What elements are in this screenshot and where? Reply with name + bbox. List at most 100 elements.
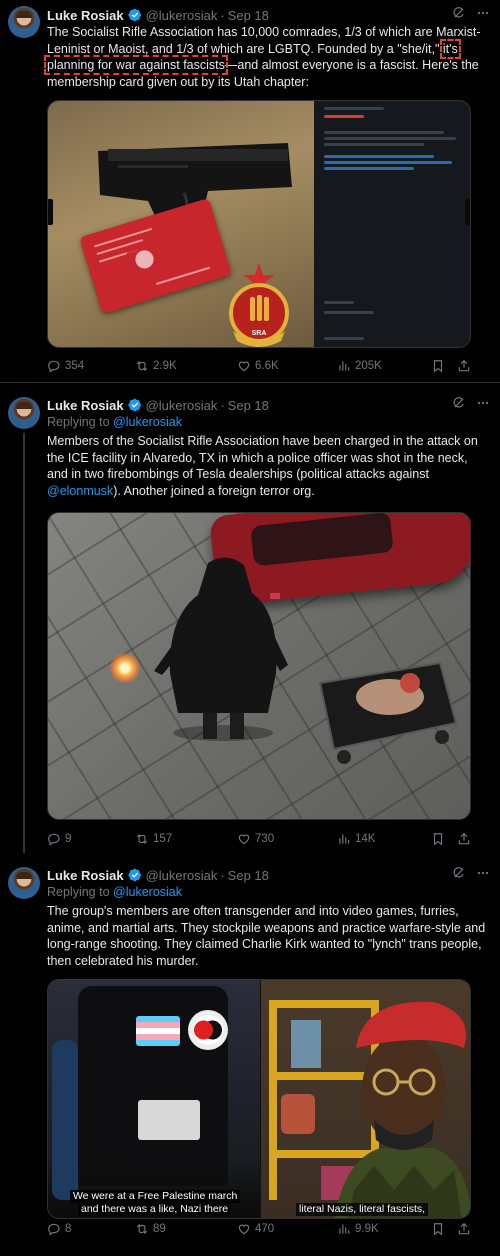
- tweet-text-part: ). Another joined a foreign terror org.: [113, 483, 315, 498]
- like-icon: [237, 1222, 251, 1236]
- replying-label: Replying to: [47, 415, 110, 429]
- tweet-actions: 354 2.9K 6.6K 205K: [47, 357, 471, 375]
- tweet-image-security-footage[interactable]: [47, 512, 471, 820]
- video-caption-left-line2: and there was a like, Nazi there: [78, 1203, 232, 1216]
- separator-dot: ·: [220, 397, 225, 413]
- replying-handle-link[interactable]: @lukerosiak: [113, 885, 182, 899]
- more-icon[interactable]: [476, 6, 490, 20]
- like-button[interactable]: 470: [237, 1222, 274, 1236]
- reply-icon: [47, 359, 61, 373]
- tweet-header: Luke Rosiak @lukerosiak · Sep 18: [47, 396, 490, 414]
- avatar[interactable]: [8, 867, 40, 899]
- repost-button[interactable]: 2.9K: [135, 359, 177, 373]
- verified-badge-icon: [128, 868, 142, 882]
- reply-icon: [47, 1222, 61, 1236]
- tweet-actions: 8 89 470 9.9K: [47, 1220, 471, 1238]
- repost-button[interactable]: 89: [135, 1222, 166, 1236]
- reply-button[interactable]: 9: [47, 832, 71, 846]
- views-icon: [337, 1222, 351, 1236]
- avatar[interactable]: [8, 397, 40, 429]
- views-icon: [337, 359, 351, 373]
- bookmark-icon: [431, 832, 445, 846]
- emblem-label: SRA: [252, 330, 267, 337]
- separator-dot: ·: [220, 7, 225, 23]
- bookmark-button[interactable]: [431, 359, 445, 373]
- grok-icon[interactable]: [452, 396, 466, 410]
- repost-icon: [135, 832, 149, 846]
- tweet-1[interactable]: Luke Rosiak @lukerosiak · Sep 18 The Soc…: [0, 0, 500, 382]
- author-name[interactable]: Luke Rosiak: [47, 8, 124, 23]
- replying-handle-link[interactable]: @lukerosiak: [113, 415, 182, 429]
- tweet-image-membership-card[interactable]: SRA: [47, 100, 471, 348]
- thread-line: [23, 433, 25, 853]
- repost-icon: [135, 1222, 149, 1236]
- wagon-cart-image: [318, 661, 458, 764]
- replying-label: Replying to: [47, 885, 110, 899]
- repost-count: 157: [153, 833, 173, 845]
- tweet-header: Luke Rosiak @lukerosiak · Sep 18: [47, 6, 490, 24]
- views-button[interactable]: 205K: [337, 359, 382, 373]
- reply-button[interactable]: 354: [47, 359, 84, 373]
- share-icon: [457, 359, 471, 373]
- tweet-text-part: Members of the Socialist Rifle Associati…: [47, 434, 478, 481]
- share-button[interactable]: [457, 359, 471, 373]
- reply-button[interactable]: 8: [47, 1222, 71, 1236]
- author-handle[interactable]: @lukerosiak: [146, 868, 218, 883]
- more-icon[interactable]: [476, 396, 490, 410]
- like-icon: [237, 359, 251, 373]
- tweet-text: The Socialist Rifle Association has 10,0…: [44, 24, 487, 90]
- sra-emblem-icon: SRA: [229, 263, 289, 347]
- share-icon: [457, 832, 471, 846]
- mention-link[interactable]: @elonmusk: [47, 484, 113, 498]
- reply-count: 354: [65, 360, 85, 372]
- repost-button[interactable]: 157: [135, 832, 172, 846]
- like-count: 6.6K: [255, 360, 279, 372]
- views-button[interactable]: 14K: [337, 832, 375, 846]
- separator-dot: ·: [220, 867, 225, 883]
- share-button[interactable]: [457, 1222, 471, 1236]
- tweet-text-part: The Socialist Rifle Association has 10,0…: [47, 25, 481, 56]
- hooded-person-image: [154, 557, 288, 741]
- tweet-text: The group's members are often transgende…: [47, 904, 486, 968]
- speaker-man-image: [334, 1001, 470, 1218]
- tweet-date[interactable]: Sep 18: [228, 8, 269, 23]
- media-edge: [465, 199, 470, 225]
- replying-to: Replying to @lukerosiak: [47, 415, 182, 429]
- tweet-date[interactable]: Sep 18: [228, 868, 269, 883]
- views-icon: [337, 832, 351, 846]
- tweet-date[interactable]: Sep 18: [228, 398, 269, 413]
- bookmark-button[interactable]: [431, 1222, 445, 1236]
- tweet-header: Luke Rosiak @lukerosiak · Sep 18: [47, 866, 490, 884]
- author-name[interactable]: Luke Rosiak: [47, 868, 124, 883]
- author-handle[interactable]: @lukerosiak: [146, 8, 218, 23]
- views-button[interactable]: 9.9K: [337, 1222, 379, 1236]
- reply-count: 9: [65, 833, 72, 845]
- antifa-patch: [188, 1010, 228, 1050]
- tweet-2[interactable]: Luke Rosiak @lukerosiak · Sep 18 Replyin…: [0, 383, 500, 853]
- bookmark-icon: [431, 359, 445, 373]
- tweet-3[interactable]: Luke Rosiak @lukerosiak · Sep 18 Replyin…: [0, 853, 500, 1256]
- replying-to: Replying to @lukerosiak: [47, 885, 182, 899]
- avatar[interactable]: [8, 6, 40, 38]
- views-count: 14K: [355, 833, 376, 845]
- views-count: 205K: [355, 360, 382, 372]
- grok-icon[interactable]: [452, 6, 466, 20]
- molotov-flame: [110, 653, 140, 683]
- like-button[interactable]: 730: [237, 832, 274, 846]
- author-handle[interactable]: @lukerosiak: [146, 398, 218, 413]
- like-button[interactable]: 6.6K: [237, 359, 279, 373]
- tweet-text: Members of the Socialist Rifle Associati…: [47, 433, 487, 499]
- repost-count: 89: [153, 1223, 166, 1235]
- trans-flag-patch: [136, 1016, 180, 1046]
- author-name[interactable]: Luke Rosiak: [47, 398, 124, 413]
- share-button[interactable]: [457, 832, 471, 846]
- views-count: 9.9K: [355, 1223, 379, 1235]
- more-icon[interactable]: [476, 866, 490, 880]
- share-icon: [457, 1222, 471, 1236]
- repost-count: 2.9K: [153, 360, 177, 372]
- phone-screenshot: [314, 101, 470, 347]
- bookmark-button[interactable]: [431, 832, 445, 846]
- grok-icon[interactable]: [452, 866, 466, 880]
- tweet-image-collage[interactable]: We were at a Free Palestine march and th…: [47, 979, 471, 1219]
- video-caption-right: literal Nazis, literal fascists,: [296, 1203, 429, 1216]
